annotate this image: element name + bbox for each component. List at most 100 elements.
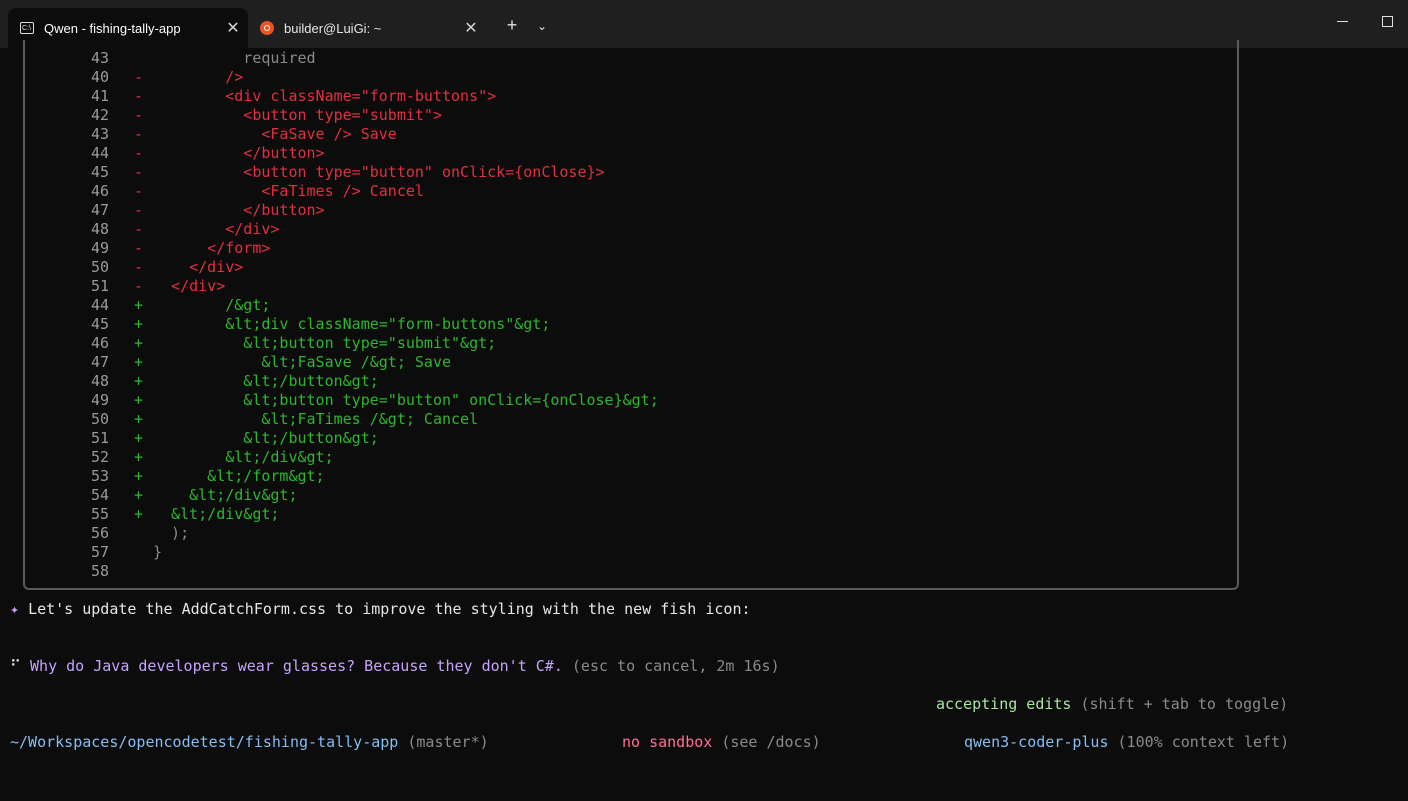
code-text: &lt;FaTimes /&gt; Cancel (153, 410, 479, 428)
code-text: <button type="button" onClick={onClose}> (153, 163, 605, 181)
diff-sign: - (134, 144, 144, 162)
diff-sign: - (134, 201, 144, 219)
line-number: 52 (90, 448, 109, 466)
code-text: &lt;/form&gt; (153, 467, 325, 485)
new-tab-button[interactable]: + (500, 14, 524, 38)
line-number: 49 (90, 239, 109, 257)
code-text: </div> (153, 258, 244, 276)
code-text: <button type="submit"> (153, 106, 442, 124)
close-tab-icon[interactable]: ✕ (218, 18, 248, 38)
line-number: 47 (90, 353, 109, 371)
code-text: &lt;button type="button" onClick={onClos… (153, 391, 659, 409)
code-text: </div> (153, 277, 226, 295)
model-name: qwen3-coder-plus (964, 733, 1109, 751)
tab-label: Qwen - fishing-tally-app (44, 20, 181, 36)
diff-sign: - (134, 239, 144, 257)
code-text: &lt;FaSave /&gt; Save (153, 353, 452, 371)
diff-sign: + (134, 486, 144, 504)
line-number: 56 (90, 524, 109, 542)
diff-sign: + (134, 315, 144, 333)
diff-sign: - (134, 125, 144, 143)
line-number: 55 (90, 505, 109, 523)
ubuntu-icon (260, 21, 274, 35)
code-text: &lt;button type="submit"&gt; (153, 334, 497, 352)
line-number: 51 (90, 429, 109, 447)
line-number: 53 (90, 467, 109, 485)
diff-sign: - (134, 68, 144, 86)
diff-sign: + (134, 372, 144, 390)
loading-meta: (esc to cancel, 2m 16s) (562, 657, 780, 675)
line-number: 45 (90, 163, 109, 181)
code-text: &lt;/div&gt; (153, 486, 298, 504)
line-number: 51 (90, 277, 109, 295)
line-number: 48 (90, 220, 109, 238)
diff-sign: - (134, 220, 144, 238)
footer-path: ~/Workspaces/opencodetest/fishing-tally-… (10, 733, 489, 752)
loading-joke: Why do Java developers wear glasses? Bec… (30, 657, 563, 675)
code-text: </div> (153, 220, 280, 238)
code-text: &lt;div className="form-buttons"&gt; (153, 315, 551, 333)
line-number: 54 (90, 486, 109, 504)
tab-label: builder@LuiGi: ~ (284, 20, 382, 36)
accepting-edits-hint: (shift + tab to toggle) (1071, 695, 1289, 713)
code-text: /> (153, 68, 244, 86)
line-number: 44 (90, 296, 109, 314)
diff-sign: + (134, 410, 144, 428)
line-number: 47 (90, 201, 109, 219)
maximize-button[interactable] (1375, 12, 1399, 32)
minimize-button[interactable] (1330, 12, 1354, 32)
line-number: 43 (90, 49, 109, 67)
spinner-icon: ⠋ (10, 657, 21, 675)
code-text: /&gt; (153, 296, 271, 314)
code-text: </button> (153, 201, 325, 219)
code-text: &lt;/div&gt; (153, 448, 334, 466)
line-number: 57 (90, 543, 109, 561)
code-text: <FaSave /> Save (153, 125, 397, 143)
line-number: 46 (90, 182, 109, 200)
git-branch: (master*) (398, 733, 489, 751)
close-tab-icon[interactable]: ✕ (456, 18, 486, 38)
diff-panel: 43 required 40 - /> 41 - <div className="for… (23, 40, 1239, 590)
code-text: &lt;/button&gt; (153, 429, 379, 447)
line-number: 42 (90, 106, 109, 124)
tab-dropdown-button[interactable]: ⌄ (532, 14, 552, 38)
line-number: 50 (90, 258, 109, 276)
code-text: ); (153, 524, 190, 542)
diff-sign: - (134, 182, 144, 200)
diff-sign: + (134, 296, 144, 314)
sandbox-hint: (see /docs) (712, 733, 821, 751)
accepting-edits-label: accepting edits (936, 695, 1072, 713)
maximize-icon (1381, 16, 1393, 27)
diff-sign: + (134, 505, 144, 523)
diff-sign: - (134, 163, 144, 181)
code-text: <div className="form-buttons"> (153, 87, 497, 105)
working-directory: ~/Workspaces/opencodetest/fishing-tally-… (10, 733, 399, 751)
minimize-icon (1336, 21, 1348, 22)
diff-sign: + (134, 391, 144, 409)
terminal-icon: C:\ (20, 22, 34, 34)
line-number: 43 (90, 125, 109, 143)
line-number: 45 (90, 315, 109, 333)
message-text: Let's update the AddCatchForm.css to imp… (28, 600, 751, 618)
line-number: 49 (90, 391, 109, 409)
code-text: required (153, 49, 316, 67)
line-number: 58 (90, 562, 109, 580)
loading-status: ⠋ Why do Java developers wear glasses? B… (10, 657, 780, 676)
sandbox-status: no sandbox (622, 733, 713, 751)
code-text: </form> (153, 239, 271, 257)
diff-sign: + (134, 353, 144, 371)
diff-sign: - (134, 258, 144, 276)
diff-sign: + (134, 467, 144, 485)
line-number: 41 (90, 87, 109, 105)
line-number: 50 (90, 410, 109, 428)
diff-sign: + (134, 448, 144, 466)
assistant-message: ✦ Let's update the AddCatchForm.css to i… (10, 600, 751, 619)
code-text: <FaTimes /> Cancel (153, 182, 424, 200)
line-number: 46 (90, 334, 109, 352)
footer-model: qwen3-coder-plus (100% context left) (964, 733, 1289, 752)
edit-mode-status: accepting edits (shift + tab to toggle) (936, 695, 1288, 714)
diff-sign: - (134, 106, 144, 124)
line-number: 40 (90, 68, 109, 86)
context-remaining: (100% context left) (1108, 733, 1290, 751)
line-number: 48 (90, 372, 109, 390)
